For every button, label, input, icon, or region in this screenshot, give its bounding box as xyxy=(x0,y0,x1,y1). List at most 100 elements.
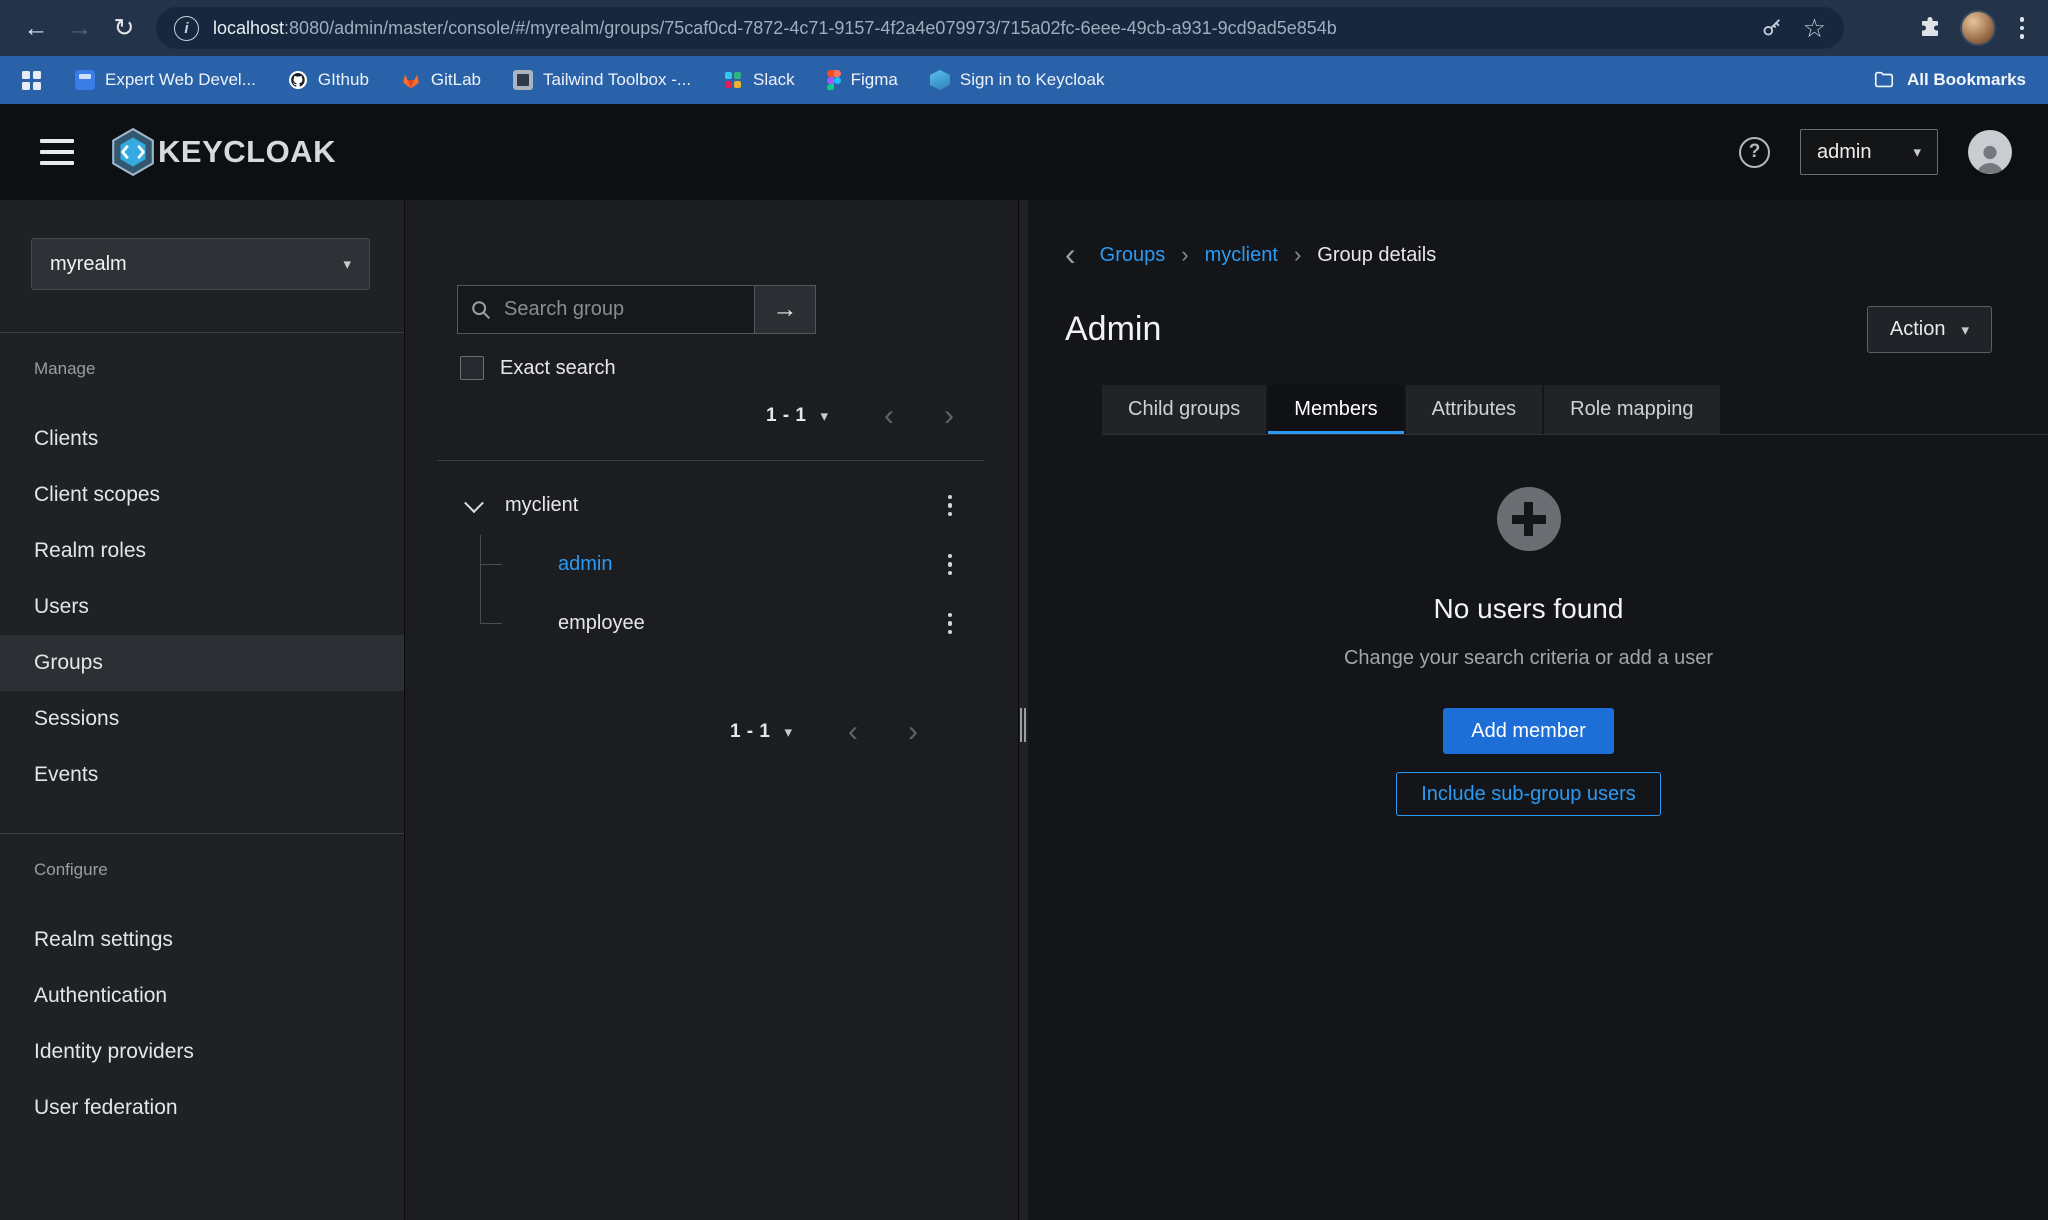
pagination-prev-icon[interactable]: ‹ xyxy=(884,404,894,428)
extensions-icon[interactable] xyxy=(1918,16,1942,40)
pagination-next-icon[interactable]: › xyxy=(944,404,954,428)
sidebar-item-groups[interactable]: Groups xyxy=(0,635,404,691)
sidebar-item-clients[interactable]: Clients xyxy=(0,411,404,467)
breadcrumb: ‹ Groups › myclient › Group details xyxy=(1065,240,1992,270)
breadcrumb-myclient[interactable]: myclient xyxy=(1205,244,1278,267)
user-menu[interactable]: admin ▾ xyxy=(1800,129,1938,175)
bookmark-keycloak[interactable]: Sign in to Keycloak xyxy=(930,70,1105,90)
expert-web-favicon xyxy=(75,70,95,90)
pagination-caret-icon[interactable]: ▾ xyxy=(820,407,828,425)
sidebar-item-sessions[interactable]: Sessions xyxy=(0,691,404,747)
password-key-icon[interactable] xyxy=(1761,17,1783,39)
gitlab-favicon xyxy=(401,70,421,90)
sidebar-item-authentication[interactable]: Authentication xyxy=(0,968,404,1024)
sidebar-item-users[interactable]: Users xyxy=(0,579,404,635)
keycloak-logo[interactable]: KEYCLOAK xyxy=(110,127,336,177)
bookmark-label: Expert Web Devel... xyxy=(105,70,256,90)
pagination-range[interactable]: 1 - 1 xyxy=(766,405,807,427)
bookmark-expert-web[interactable]: Expert Web Devel... xyxy=(75,70,256,90)
brand-text: KEYCLOAK xyxy=(158,134,336,170)
url-path: :8080/admin/master/console/#/myrealm/gro… xyxy=(284,18,1337,38)
sidebar-item-identity-providers[interactable]: Identity providers xyxy=(0,1024,404,1080)
bookmark-gitlab[interactable]: GitLab xyxy=(401,70,481,90)
address-bar-actions: ☆ xyxy=(1761,13,1826,44)
angle-down-icon[interactable] xyxy=(464,493,484,513)
apps-grid-icon[interactable] xyxy=(22,71,41,90)
sidebar-item-client-scopes[interactable]: Client scopes xyxy=(0,467,404,523)
caret-down-icon: ▾ xyxy=(1913,143,1921,161)
tab-members[interactable]: Members xyxy=(1268,385,1403,434)
help-icon[interactable]: ? xyxy=(1739,137,1770,168)
reload-button[interactable]: ↻ xyxy=(102,6,146,50)
tailwind-toolbox-favicon xyxy=(513,70,533,90)
breadcrumb-back-icon[interactable]: ‹ xyxy=(1065,242,1076,268)
nav-section-manage: Manage xyxy=(34,359,404,379)
tree-item-employee[interactable]: employee xyxy=(558,612,645,635)
pagination-caret-icon[interactable]: ▾ xyxy=(784,723,792,741)
sidebar-item-realm-settings[interactable]: Realm settings xyxy=(0,912,404,968)
kebab-menu-icon[interactable] xyxy=(942,607,959,641)
sidebar-item-user-federation[interactable]: User federation xyxy=(0,1080,404,1136)
bookmark-figma[interactable]: Figma xyxy=(827,70,898,90)
tree-row-myclient: myclient xyxy=(405,476,1018,535)
site-info-icon[interactable]: i xyxy=(174,16,199,41)
group-details-panel: ‹ Groups › myclient › Group details Admi… xyxy=(1028,200,2048,1220)
browser-menu-icon[interactable] xyxy=(2014,11,2031,45)
bookmark-label: Slack xyxy=(753,70,795,90)
pagination-prev-icon[interactable]: ‹ xyxy=(848,720,858,744)
bookmark-label: GIthub xyxy=(318,70,369,90)
chevron-right-icon: › xyxy=(1181,246,1188,264)
slack-favicon xyxy=(723,70,743,90)
bookmark-star-icon[interactable]: ☆ xyxy=(1803,13,1826,44)
forward-button[interactable]: → xyxy=(58,6,102,50)
address-bar[interactable]: i localhost:8080/admin/master/console/#/… xyxy=(156,7,1844,49)
action-menu-button[interactable]: Action ▾ xyxy=(1867,306,1992,353)
realm-selector[interactable]: myrealm ▾ xyxy=(31,238,370,290)
group-search-row: → xyxy=(457,285,1018,334)
browser-profile-avatar[interactable] xyxy=(1960,10,1996,46)
user-menu-label: admin xyxy=(1817,141,1871,164)
bookmark-slack[interactable]: Slack xyxy=(723,70,795,90)
panel-resize-handle[interactable] xyxy=(1019,200,1028,1220)
breadcrumb-groups[interactable]: Groups xyxy=(1100,244,1166,267)
github-favicon xyxy=(288,70,308,90)
pagination-range[interactable]: 1 - 1 xyxy=(730,721,771,743)
group-search-input[interactable] xyxy=(502,297,742,322)
tree-item-myclient[interactable]: myclient xyxy=(505,494,578,517)
exact-search-label: Exact search xyxy=(500,357,616,380)
empty-state: No users found Change your search criter… xyxy=(1065,487,1992,816)
bookmark-tailwind-toolbox[interactable]: Tailwind Toolbox -... xyxy=(513,70,691,90)
add-member-button[interactable]: Add member xyxy=(1443,708,1614,754)
group-tree: myclient admin employee xyxy=(405,476,1018,653)
sidebar-item-events[interactable]: Events xyxy=(0,747,404,803)
tab-attributes[interactable]: Attributes xyxy=(1406,385,1542,434)
group-search xyxy=(457,285,755,334)
kebab-menu-icon[interactable] xyxy=(942,548,959,582)
search-icon xyxy=(470,299,492,321)
all-bookmarks-button[interactable]: All Bookmarks xyxy=(1873,69,2026,91)
bookmark-label: GitLab xyxy=(431,70,481,90)
plus-circle-icon xyxy=(1497,487,1561,551)
bookmarks-bar: Expert Web Devel... GIthub GitLab Tailwi… xyxy=(0,56,2048,104)
user-avatar[interactable] xyxy=(1968,130,2012,174)
exact-search-checkbox[interactable] xyxy=(460,356,484,380)
browser-toolbar: ← → ↻ i localhost:8080/admin/master/cons… xyxy=(0,0,2048,56)
tab-role-mapping[interactable]: Role mapping xyxy=(1544,385,1719,434)
tree-connector xyxy=(480,564,502,565)
tab-child-groups[interactable]: Child groups xyxy=(1102,385,1266,434)
nav-divider xyxy=(0,332,404,333)
back-button[interactable]: ← xyxy=(14,6,58,50)
bookmark-github[interactable]: GIthub xyxy=(288,70,369,90)
browser-window: ← → ↻ i localhost:8080/admin/master/cons… xyxy=(0,0,2048,1220)
include-subgroup-users-button[interactable]: Include sub-group users xyxy=(1396,772,1661,816)
tree-divider xyxy=(437,460,984,461)
figma-favicon xyxy=(827,70,841,90)
realm-selector-label: myrealm xyxy=(50,253,127,276)
person-icon xyxy=(1972,140,2008,174)
pagination-next-icon[interactable]: › xyxy=(908,720,918,744)
search-submit-button[interactable]: → xyxy=(755,285,816,334)
sidebar-item-realm-roles[interactable]: Realm roles xyxy=(0,523,404,579)
nav-toggle-icon[interactable] xyxy=(36,135,78,169)
tree-item-admin[interactable]: admin xyxy=(558,553,612,576)
kebab-menu-icon[interactable] xyxy=(942,489,959,523)
